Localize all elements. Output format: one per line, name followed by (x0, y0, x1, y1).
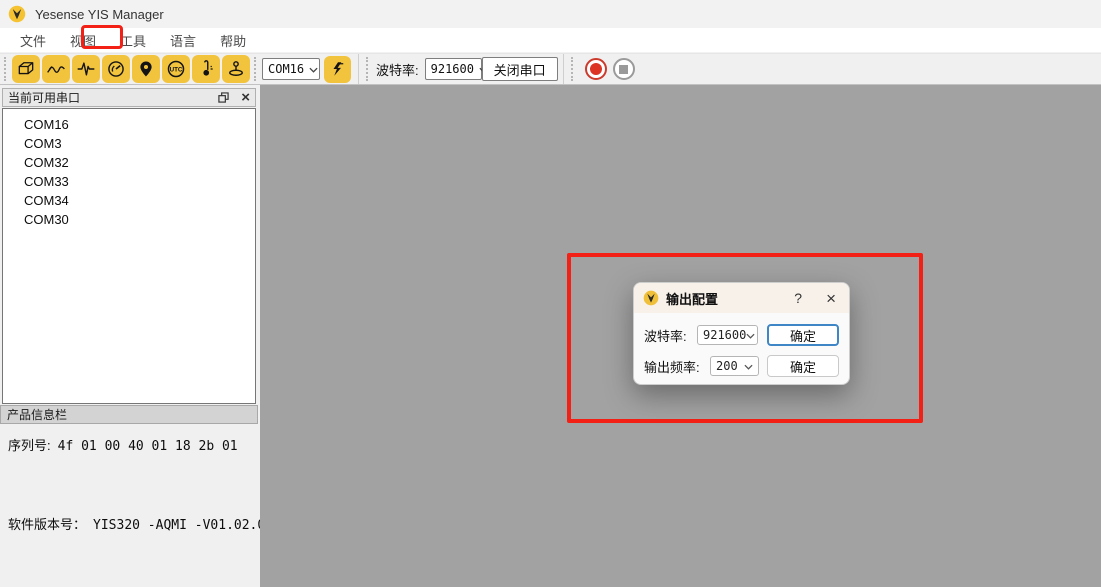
baud-rate-label: 波特率: (376, 60, 419, 79)
toolbar-grip[interactable] (254, 57, 258, 81)
menu-item-help[interactable]: 帮助 (208, 28, 258, 53)
toolbar-separator (563, 54, 564, 84)
titlebar: Yesense YIS Manager (0, 0, 1101, 28)
location-pin-icon[interactable] (132, 55, 160, 83)
chevron-down-icon (744, 359, 753, 373)
serial-number-value: 4f 01 00 40 01 18 2b 01 (58, 439, 238, 454)
available-ports-panel-title: 当前可用串口 (8, 89, 80, 106)
pulse-icon[interactable] (72, 55, 100, 83)
thermometer-icon[interactable] (192, 55, 220, 83)
product-info-panel-title: 产品信息栏 (7, 406, 67, 423)
chevron-down-icon (746, 328, 755, 342)
float-panel-icon[interactable] (218, 92, 229, 103)
port-list-item[interactable]: COM30 (3, 210, 255, 229)
svg-text:UTC: UTC (170, 66, 183, 73)
dialog-close-button[interactable]: × (822, 290, 840, 307)
port-list-item[interactable]: COM34 (3, 191, 255, 210)
chevron-down-icon (304, 62, 318, 76)
serial-number-label: 序列号: (8, 435, 51, 454)
available-ports-panel-header: 当前可用串口 × (2, 88, 256, 107)
refresh-ports-button[interactable] (324, 56, 351, 83)
record-button[interactable] (585, 58, 607, 80)
port-list-item[interactable]: COM33 (3, 172, 255, 191)
stop-button[interactable] (613, 58, 635, 80)
product-info-panel-header: 产品信息栏 (0, 405, 258, 424)
com-port-value: COM16 (268, 62, 304, 76)
toolbar-grip[interactable] (571, 57, 575, 81)
yesense-logo-icon (8, 5, 26, 23)
dialog-baud-select[interactable]: 921600 (697, 325, 758, 345)
app-window: Yesense YIS Manager 文件 视图 工具 语言 帮助 (0, 0, 1101, 587)
close-serial-port-button[interactable]: 关闭串口 (482, 57, 558, 81)
software-version-label: 软件版本号： (8, 514, 86, 533)
dialog-freq-row: 输出频率: 200 确定 (634, 355, 849, 377)
port-list-item[interactable]: COM3 (3, 134, 255, 153)
menu-item-language[interactable]: 语言 (158, 28, 208, 53)
yesense-logo-icon (643, 290, 659, 306)
software-version-line: 软件版本号： YIS320 -AQMI -V01.02.03; (8, 514, 281, 533)
dialog-baud-value: 921600 (703, 328, 746, 342)
baud-rate-select[interactable]: 921600 (425, 58, 482, 80)
com-port-select[interactable]: COM16 (262, 58, 320, 80)
port-list-item[interactable]: COM32 (3, 153, 255, 172)
window-title: Yesense YIS Manager (35, 7, 164, 22)
toolbar-grip[interactable] (4, 57, 8, 81)
software-version-value: YIS320 -AQMI -V01.02.03; (93, 518, 281, 533)
dialog-titlebar: 输出配置 ? × (634, 283, 849, 313)
toolbar-separator (358, 54, 359, 84)
menu-item-file[interactable]: 文件 (8, 28, 58, 53)
left-panel: 当前可用串口 × COM16 COM3 COM32 COM33 COM34 CO… (0, 85, 260, 587)
dialog-baud-ok-button[interactable]: 确定 (767, 324, 839, 346)
dialog-baud-label: 波特率: (644, 326, 697, 345)
serial-number-line: 序列号: 4f 01 00 40 01 18 2b 01 (8, 435, 238, 454)
dialog-help-button[interactable]: ? (788, 290, 808, 306)
record-icon (590, 63, 602, 75)
menu-item-tools[interactable]: 工具 (108, 28, 158, 53)
dialog-baud-row: 波特率: 921600 确定 (634, 324, 849, 346)
close-panel-icon[interactable]: × (241, 90, 250, 105)
menubar: 文件 视图 工具 语言 帮助 (0, 28, 1101, 53)
dialog-freq-label: 输出频率: (644, 357, 710, 376)
toolbar-grip[interactable] (366, 57, 370, 81)
waveform-icon[interactable] (42, 55, 70, 83)
output-config-dialog: 输出配置 ? × 波特率: 921600 确定 输出频率: 200 (633, 282, 850, 385)
dialog-freq-select[interactable]: 200 (710, 356, 759, 376)
main-workspace: 输出配置 ? × 波特率: 921600 确定 输出频率: 200 (260, 85, 1101, 587)
utc-clock-icon[interactable]: UTC (162, 55, 190, 83)
toolbar: UTC COM16 (0, 53, 1101, 85)
gauge-icon[interactable] (102, 55, 130, 83)
dialog-freq-ok-button[interactable]: 确定 (767, 355, 839, 377)
port-list-item[interactable]: COM16 (3, 115, 255, 134)
menu-item-view[interactable]: 视图 (58, 28, 108, 53)
box-3d-icon[interactable] (12, 55, 40, 83)
dialog-title: 输出配置 (666, 289, 718, 308)
dialog-freq-value: 200 (716, 359, 738, 373)
stop-icon (619, 65, 628, 74)
port-list: COM16 COM3 COM32 COM33 COM34 COM30 (2, 108, 256, 404)
refresh-bolt-icon (329, 60, 347, 78)
baud-rate-value: 921600 (431, 62, 474, 76)
pressure-icon[interactable] (222, 55, 250, 83)
